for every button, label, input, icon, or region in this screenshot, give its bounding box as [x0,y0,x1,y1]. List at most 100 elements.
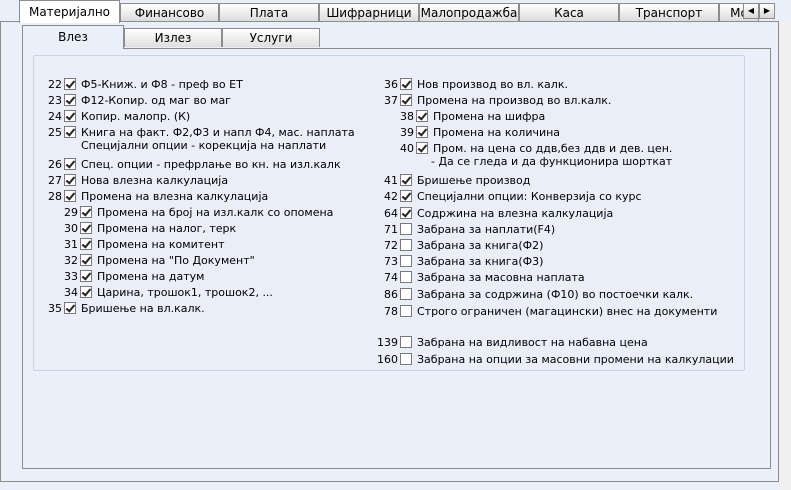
option-label: Забрана за книга(Ф2) [417,239,544,252]
option-label: Промена на количина [433,126,561,139]
tab-transport[interactable]: Транспорт [619,3,719,21]
option-label: Забрана за наплати(F4) [417,223,556,236]
option-checkbox[interactable] [64,78,76,90]
option-label: Промена на "По Документ" [97,254,255,267]
option-label: Спец. опции - префрлање во кн. на изл.ка… [81,158,341,171]
option-checkbox[interactable] [400,336,412,348]
option-checkbox[interactable] [400,207,412,219]
option-label: Бришење на вл.калк. [81,302,205,315]
window-edge [779,21,791,490]
option-label: Забрана за масовна наплата [417,271,585,284]
tab-plata[interactable]: Плата [219,3,319,21]
option-number: 29 [64,206,78,219]
option-number: 23 [48,94,62,107]
tab-kasa[interactable]: Каса [519,3,619,21]
option-checkbox[interactable] [416,126,428,138]
option-label: Пром. на цена со ддв,без ддв и дев. цен. [433,142,673,155]
option-checkbox[interactable] [400,239,412,251]
option-number: 32 [64,254,78,267]
option-label: Ф5-Книж. и Ф8 - преф во ЕТ [81,78,243,91]
option-label: Промена на датум [97,270,205,283]
option-number: 73 [384,255,398,268]
option-label: Промена на налог, терк [97,222,237,235]
tab-maloprodazba[interactable]: Малопродажба [419,3,519,21]
option-number: 78 [384,305,398,318]
option-checkbox[interactable] [80,286,92,298]
option-checkbox[interactable] [80,238,92,250]
tab-izlez[interactable]: Излез [124,28,222,47]
option-checkbox[interactable] [64,158,76,170]
option-checkbox[interactable] [400,353,412,365]
option-checkbox[interactable] [400,288,412,300]
tab-finansovo[interactable]: Финансово [120,3,219,21]
option-checkbox[interactable] [64,190,76,202]
option-number: 71 [384,223,398,236]
option-number: 64 [384,207,398,220]
option-label: Забрана за содржина (Ф10) во постоечки к… [417,288,694,301]
option-number: 30 [64,222,78,235]
option-label: Ф12-Копир. од маг во маг [81,94,231,107]
option-checkbox[interactable] [400,94,412,106]
tab-scroll-left-icon[interactable]: ◀ [743,3,759,19]
option-number: 34 [64,286,78,299]
option-checkbox[interactable] [80,270,92,282]
option-number: 74 [384,271,398,284]
option-checkbox[interactable] [64,174,76,186]
option-number: 27 [48,174,62,187]
option-number: 25 [48,126,62,139]
option-checkbox[interactable] [400,223,412,235]
option-number: 33 [64,270,78,283]
option-number: 26 [48,158,62,171]
option-label: Забрана за книга(Ф3) [417,255,544,268]
option-number: 40 [400,142,414,155]
tab-materijalno[interactable]: Материјално [19,0,120,23]
option-checkbox[interactable] [64,110,76,122]
option-label: Нов производ во вл. калк. [417,78,568,91]
option-checkbox[interactable] [80,206,92,218]
option-number: 31 [64,238,78,251]
option-label: Специјални опции: Конверзија со курс [417,190,642,203]
option-checkbox[interactable] [416,110,428,122]
option-number: 160 [377,353,398,366]
option-number: 37 [384,94,398,107]
option-number: 72 [384,239,398,252]
option-checkbox[interactable] [400,174,412,186]
option-number: 36 [384,78,398,91]
option-checkbox[interactable] [416,142,428,154]
option-label: Содржина на влезна калкулација [417,207,614,220]
option-number: 139 [377,336,398,349]
option-checkbox[interactable] [64,302,76,314]
tab-uslugi[interactable]: Услуги [222,28,320,47]
option-label: Промена на производ во вл.калк. [417,94,612,107]
option-checkbox[interactable] [400,190,412,202]
option-checkbox[interactable] [64,126,76,138]
option-label: Строго ограничен (магацински) внес на до… [417,305,718,318]
option-checkbox[interactable] [400,305,412,317]
option-note: Специјални опции - корекција на наплати [81,139,327,152]
option-checkbox[interactable] [80,254,92,266]
option-checkbox[interactable] [400,78,412,90]
option-checkbox[interactable] [64,94,76,106]
option-number: 39 [400,126,414,139]
option-label: Книга на факт. Ф2,Ф3 и напл Ф4, мас. нап… [81,126,355,139]
option-label: Нова влезна калкулација [81,174,229,187]
option-number: 24 [48,110,62,123]
tab-vlez[interactable]: Влез [22,25,124,49]
option-label: Забрана на опции за масовни промени на к… [417,353,734,366]
option-label: Забрана на видливост на набавна цена [417,336,648,349]
option-checkbox[interactable] [400,255,412,267]
option-number: 28 [48,190,62,203]
option-label: Промена на број на изл.калк со опомена [97,206,334,219]
option-checkbox[interactable] [80,222,92,234]
option-number: 22 [48,78,62,91]
option-number: 41 [384,174,398,187]
option-label: Промена на комитент [97,238,225,251]
option-label: Царина, трошок1, трошок2, ... [97,286,273,299]
option-checkbox[interactable] [400,271,412,283]
option-number: 42 [384,190,398,203]
option-number: 35 [48,302,62,315]
tab-sifrarnici[interactable]: Шифрарници [319,3,419,21]
option-note: - Да се гледа и да функционира шорткат [431,155,673,168]
option-number: 38 [400,110,414,123]
tab-scroll-right-icon[interactable]: ▶ [759,3,775,19]
